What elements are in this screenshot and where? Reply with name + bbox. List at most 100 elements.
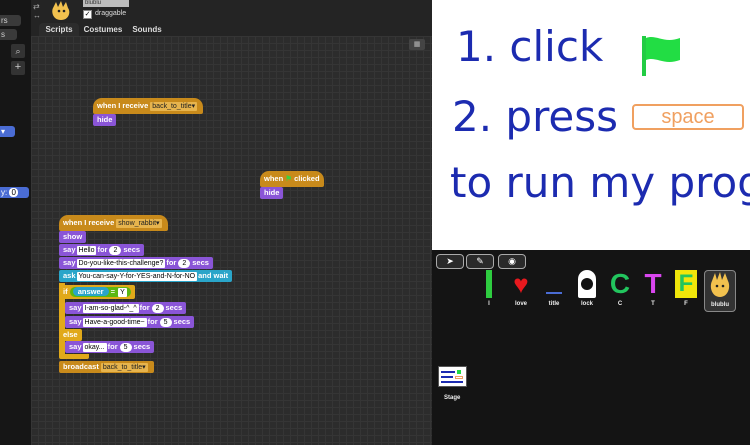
sprite-thumb-title[interactable]: title [539, 270, 569, 307]
stage-thumbnail[interactable] [438, 366, 467, 387]
variable-reporter[interactable]: y: 0 [0, 187, 29, 198]
sprite-thumb-love[interactable]: ♥ love [506, 270, 536, 307]
variable-value: 0 [9, 188, 18, 197]
if-block[interactable]: if answer = Y [59, 285, 135, 299]
when-i-receive-hat[interactable]: when I receive show_rabbit▾ [59, 215, 168, 231]
ask-and-wait-block[interactable]: ask You-can-say-Y-for-YES-and-N-for-NO and… [59, 270, 233, 282]
sprite-panel: ➤ ✎ ◉ I ♥ love title lock CC TT FF blublu… [432, 250, 750, 445]
say-text-input[interactable]: Do-you-like-this-challenge? [76, 259, 166, 268]
space-key-drawing: space [632, 104, 744, 130]
message-dropdown[interactable]: show_rabbit▾ [116, 219, 162, 228]
block-label: ask [63, 271, 76, 280]
show-block[interactable]: show [59, 231, 87, 243]
secs-input[interactable]: 2 [178, 259, 191, 268]
tab-costumes[interactable]: Costumes [81, 23, 125, 36]
tab-scripts[interactable]: Scripts [39, 23, 79, 36]
secs-input[interactable]: 2 [109, 246, 122, 255]
lock-icon [578, 270, 596, 298]
block-label: secs [133, 342, 151, 351]
sprite-thumb-f[interactable]: FF [671, 270, 701, 307]
palette-category[interactable]: s [0, 29, 17, 40]
dropdown-value: back_to_title [152, 103, 192, 110]
secs-input[interactable]: 2 [151, 304, 164, 313]
block-label: say [63, 258, 76, 267]
sprite-label: love [514, 301, 527, 307]
camera-icon[interactable]: ◉ [498, 254, 526, 269]
sprite-label: title [548, 301, 560, 307]
say-for-secs-block[interactable]: say Have-a-good-time~ for 5 secs [65, 316, 195, 328]
broadcast-dropdown[interactable]: back_to_title▾ [100, 363, 148, 372]
block-label: say [69, 342, 82, 351]
broadcast-block[interactable]: broadcast back_to_title▾ [59, 361, 154, 373]
say-for-secs-block[interactable]: say Hello for 2 secs [59, 244, 145, 256]
scripts-area[interactable]: ▦ when I receive back_to_title▾ hide when… [31, 36, 432, 445]
equals-operator[interactable]: answer = Y [69, 287, 131, 297]
arrow-icon[interactable]: ➤ [436, 254, 464, 269]
stage-line-1: 1. click [456, 22, 604, 71]
sprite-thumb-i[interactable]: I [474, 270, 504, 307]
stage[interactable]: 1. click 2. press space to run my progr [432, 0, 750, 250]
paintbrush-icon[interactable]: ✎ [466, 254, 494, 269]
sprite-t-image: T [644, 268, 662, 299]
palette-category[interactable]: rs [0, 15, 21, 26]
dropdown-value: back_to_title [102, 364, 143, 371]
block-label: secs [123, 245, 141, 254]
secs-input[interactable]: 5 [119, 343, 132, 352]
sprite-header: ⇄ ↔ blublu ✓ draggable Scripts Costumes … [31, 0, 432, 36]
sprite-thumb-blublu[interactable]: blublu [704, 270, 736, 312]
message-dropdown[interactable]: back_to_title▾ [150, 102, 198, 111]
say-text-input[interactable]: I-am-so-glad-^_^ [82, 304, 139, 313]
sprite-label: C [617, 301, 623, 307]
say-for-secs-block[interactable]: say Do-you-like-this-challenge? for 2 secs [59, 257, 213, 269]
say-text-input[interactable]: Have-a-good-time~ [82, 318, 147, 327]
block-label: say [69, 303, 82, 312]
block-label: for [147, 317, 158, 326]
block-label: for [107, 342, 118, 351]
hide-block[interactable]: hide [93, 114, 117, 126]
say-for-secs-block[interactable]: say I-am-so-glad-^_^ for 2 secs [65, 302, 187, 314]
sprite-title-image [546, 276, 562, 294]
green-flag-icon [640, 34, 684, 83]
direction-arrows-icon[interactable]: ⇄ [33, 2, 40, 11]
sprite-label: blublu [711, 302, 729, 308]
say-text-input[interactable]: Hello [76, 246, 97, 255]
when-flag-clicked-hat[interactable]: when ⚑ clicked [260, 171, 324, 187]
green-flag-icon: ⚑ [285, 174, 292, 183]
add-icon[interactable]: + [11, 61, 25, 75]
stage-line-2: 2. press [452, 92, 619, 141]
compare-value-input[interactable]: Y [118, 288, 127, 297]
when-i-receive-hat[interactable]: when I receive back_to_title▾ [93, 98, 204, 114]
stage-label: Stage [444, 395, 461, 401]
sprite-c-image: C [609, 268, 631, 299]
draggable-checkbox[interactable]: ✓ [83, 10, 92, 19]
draggable-label: draggable [95, 10, 127, 17]
tab-sounds[interactable]: Sounds [127, 23, 167, 36]
block-label: clicked [294, 174, 320, 183]
sprite-thumb-t[interactable]: TT [638, 268, 668, 308]
dropdown-value: show_rabbit [118, 220, 157, 227]
heart-icon: ♥ [513, 269, 529, 299]
block-label: broadcast [63, 362, 99, 371]
sprite-label: T [651, 301, 655, 307]
secs-input[interactable]: 5 [159, 318, 172, 327]
block-label: and wait [198, 271, 229, 280]
block-label: secs [192, 258, 209, 267]
answer-reporter[interactable]: answer [72, 287, 109, 296]
zoom-search-icon[interactable]: ⌕ [11, 44, 25, 58]
stage-line-3: to run my progr [450, 160, 750, 206]
sprite-thumb-c[interactable]: CC [605, 268, 635, 308]
say-for-secs-block[interactable]: say okay... for 5 secs [65, 341, 155, 353]
block-label: when [264, 174, 284, 183]
motion-block-stub[interactable]: ▾ [0, 126, 15, 137]
say-text-input[interactable]: okay... [82, 343, 107, 352]
block-label: say [63, 245, 76, 254]
sprite-name-field[interactable]: blublu [83, 0, 129, 7]
keyboard-icon[interactable]: ▦ [409, 39, 425, 50]
sprite-label: lock [580, 301, 593, 307]
ask-text-input[interactable]: You-can-say-Y-for-YES-and-N-for-NO [76, 272, 198, 281]
hide-block[interactable]: hide [260, 187, 284, 199]
rotation-icon[interactable]: ↔ [33, 11, 41, 20]
sprite-thumb-lock[interactable]: lock [572, 270, 602, 307]
sprite-thumbnail [49, 0, 73, 22]
operator-symbol: = [110, 287, 116, 296]
